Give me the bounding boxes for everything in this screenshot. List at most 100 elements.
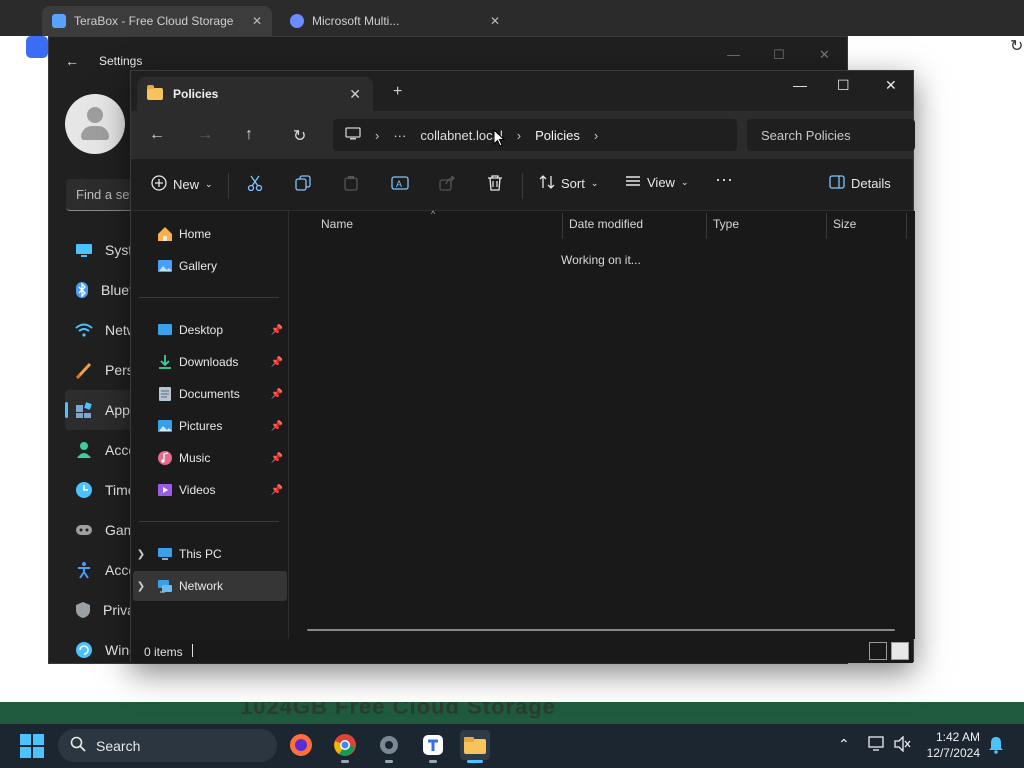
details-button[interactable]: Details bbox=[829, 175, 891, 192]
new-button[interactable]: New ⌄ bbox=[151, 175, 213, 194]
documents-icon bbox=[157, 386, 173, 402]
close-icon[interactable]: ✕ bbox=[819, 47, 830, 63]
avatar[interactable] bbox=[65, 94, 125, 154]
column-header-date[interactable]: Date modified bbox=[569, 217, 643, 231]
reload-icon[interactable]: ↻ bbox=[1010, 36, 1023, 56]
rename-icon[interactable]: A bbox=[391, 175, 409, 191]
desktop-icon bbox=[157, 322, 173, 338]
item-count: 0 items bbox=[144, 645, 183, 659]
sort-button[interactable]: Sort ⌄ bbox=[539, 175, 598, 192]
explorer-tab[interactable]: Policies ✕ bbox=[137, 77, 373, 111]
column-header-type[interactable]: Type bbox=[713, 217, 739, 231]
notification-bell-icon[interactable] bbox=[988, 736, 1004, 757]
pin-icon[interactable]: 📌 bbox=[271, 389, 283, 400]
back-arrow-icon[interactable]: ← bbox=[149, 126, 165, 144]
close-icon[interactable]: ✕ bbox=[490, 14, 500, 28]
cut-scissors-icon[interactable] bbox=[247, 175, 263, 191]
explorer-tab-bar: Policies ✕ + — ☐ ✕ bbox=[131, 71, 913, 111]
chevron-right-icon[interactable]: › bbox=[375, 128, 379, 143]
search-input[interactable]: Search Policies bbox=[747, 119, 915, 151]
nav-item-downloads[interactable]: Downloads 📌 bbox=[133, 347, 287, 377]
pin-icon[interactable]: 📌 bbox=[271, 325, 283, 336]
nav-item-this-pc[interactable]: ❯ This PC bbox=[133, 539, 287, 569]
terabox-icon[interactable] bbox=[418, 730, 448, 763]
taskbar-search[interactable]: Search bbox=[58, 729, 277, 762]
pin-icon[interactable]: 📌 bbox=[271, 357, 283, 368]
browser-tab[interactable]: TeraBox - Free Cloud Storage ✕ bbox=[42, 6, 272, 36]
nav-item-gallery[interactable]: Gallery bbox=[133, 251, 287, 281]
minimize-icon[interactable]: — bbox=[727, 47, 740, 62]
pin-icon[interactable]: 📌 bbox=[271, 421, 283, 432]
nav-item-network[interactable]: ❯ Network bbox=[133, 571, 287, 601]
delete-trash-icon[interactable] bbox=[487, 175, 503, 191]
copy-icon[interactable] bbox=[295, 175, 311, 191]
network-icon bbox=[157, 578, 173, 594]
nav-item-desktop[interactable]: Desktop 📌 bbox=[133, 315, 287, 345]
this-pc-monitor-icon[interactable] bbox=[345, 126, 361, 144]
browser-tab[interactable]: Microsoft Multi... ✕ bbox=[280, 6, 510, 36]
nav-item-pictures[interactable]: Pictures 📌 bbox=[133, 411, 287, 441]
chevron-right-icon[interactable]: ❯ bbox=[133, 549, 149, 560]
chevron-right-icon[interactable]: › bbox=[594, 128, 598, 143]
chrome-icon[interactable] bbox=[330, 730, 360, 763]
view-button[interactable]: View ⌄ bbox=[625, 175, 689, 190]
close-icon[interactable]: ✕ bbox=[252, 14, 262, 28]
nav-divider bbox=[139, 521, 279, 522]
back-arrow-icon[interactable]: ← bbox=[65, 53, 79, 69]
maximize-icon[interactable]: ☐ bbox=[773, 47, 785, 63]
more-options-icon[interactable]: ··· bbox=[715, 169, 733, 190]
tiles-view-toggle-icon[interactable] bbox=[891, 642, 909, 660]
settings-title: Settings bbox=[99, 54, 143, 68]
file-explorer-icon[interactable] bbox=[460, 730, 490, 763]
column-separator[interactable] bbox=[706, 213, 707, 239]
terabox-logo-icon bbox=[26, 36, 48, 58]
promo-banner: 1024GB Free Cloud Storage bbox=[0, 702, 1024, 724]
taskbar: Search ⌃ 1:42 AM 12/7/2024 bbox=[0, 724, 1024, 768]
nav-label: Pictures bbox=[179, 419, 223, 433]
settings-icon[interactable] bbox=[374, 730, 404, 763]
globe-clock-icon bbox=[75, 481, 93, 499]
nav-item-music[interactable]: Music 📌 bbox=[133, 443, 287, 473]
maximize-icon[interactable]: ☐ bbox=[837, 77, 850, 94]
share-icon[interactable] bbox=[439, 175, 455, 191]
pin-icon[interactable]: 📌 bbox=[271, 453, 283, 464]
volume-muted-icon[interactable] bbox=[894, 735, 912, 755]
breadcrumb[interactable]: › ··· collabnet.local › Policies › bbox=[333, 119, 737, 151]
more-ellipsis-icon[interactable]: ··· bbox=[393, 128, 406, 143]
breadcrumb-segment[interactable]: collabnet.local bbox=[420, 128, 502, 143]
column-header-size[interactable]: Size bbox=[833, 217, 856, 231]
search-icon bbox=[70, 736, 86, 755]
view-list-icon bbox=[625, 175, 641, 190]
paste-clipboard-icon[interactable] bbox=[343, 175, 359, 191]
column-separator[interactable] bbox=[562, 213, 563, 239]
nav-item-documents[interactable]: Documents 📌 bbox=[133, 379, 287, 409]
sort-arrows-icon bbox=[539, 175, 555, 192]
clock[interactable]: 1:42 AM 12/7/2024 bbox=[920, 729, 980, 761]
horizontal-scrollbar[interactable] bbox=[307, 629, 895, 631]
chevron-up-icon[interactable]: ⌃ bbox=[838, 736, 850, 753]
nav-item-videos[interactable]: Videos 📌 bbox=[133, 475, 287, 505]
nav-item-home[interactable]: Home bbox=[133, 219, 287, 249]
chevron-right-icon[interactable]: ❯ bbox=[133, 581, 149, 592]
nav-label: Documents bbox=[179, 387, 240, 401]
minimize-icon[interactable]: — bbox=[793, 77, 807, 93]
close-tab-icon[interactable]: ✕ bbox=[349, 86, 361, 103]
column-separator[interactable] bbox=[826, 213, 827, 239]
status-bar: 0 items bbox=[131, 639, 913, 663]
close-window-icon[interactable]: ✕ bbox=[885, 77, 897, 94]
column-header-name[interactable]: Name bbox=[321, 217, 353, 231]
forward-arrow-icon[interactable]: → bbox=[197, 126, 213, 144]
pin-icon[interactable]: 📌 bbox=[271, 485, 283, 496]
details-view-toggle-icon[interactable] bbox=[869, 642, 887, 660]
up-arrow-icon[interactable]: ↑ bbox=[245, 126, 253, 144]
breadcrumb-segment[interactable]: Policies bbox=[535, 128, 580, 143]
start-windows-icon[interactable] bbox=[20, 734, 44, 758]
firefox-icon[interactable] bbox=[286, 730, 316, 760]
pc-icon bbox=[157, 546, 173, 562]
refresh-icon[interactable]: ↻ bbox=[293, 126, 306, 146]
column-separator[interactable] bbox=[906, 213, 907, 239]
new-tab-plus-icon[interactable]: + bbox=[393, 83, 402, 101]
chevron-right-icon[interactable]: › bbox=[517, 128, 521, 143]
network-monitor-icon[interactable] bbox=[868, 736, 886, 755]
home-icon bbox=[157, 226, 173, 242]
